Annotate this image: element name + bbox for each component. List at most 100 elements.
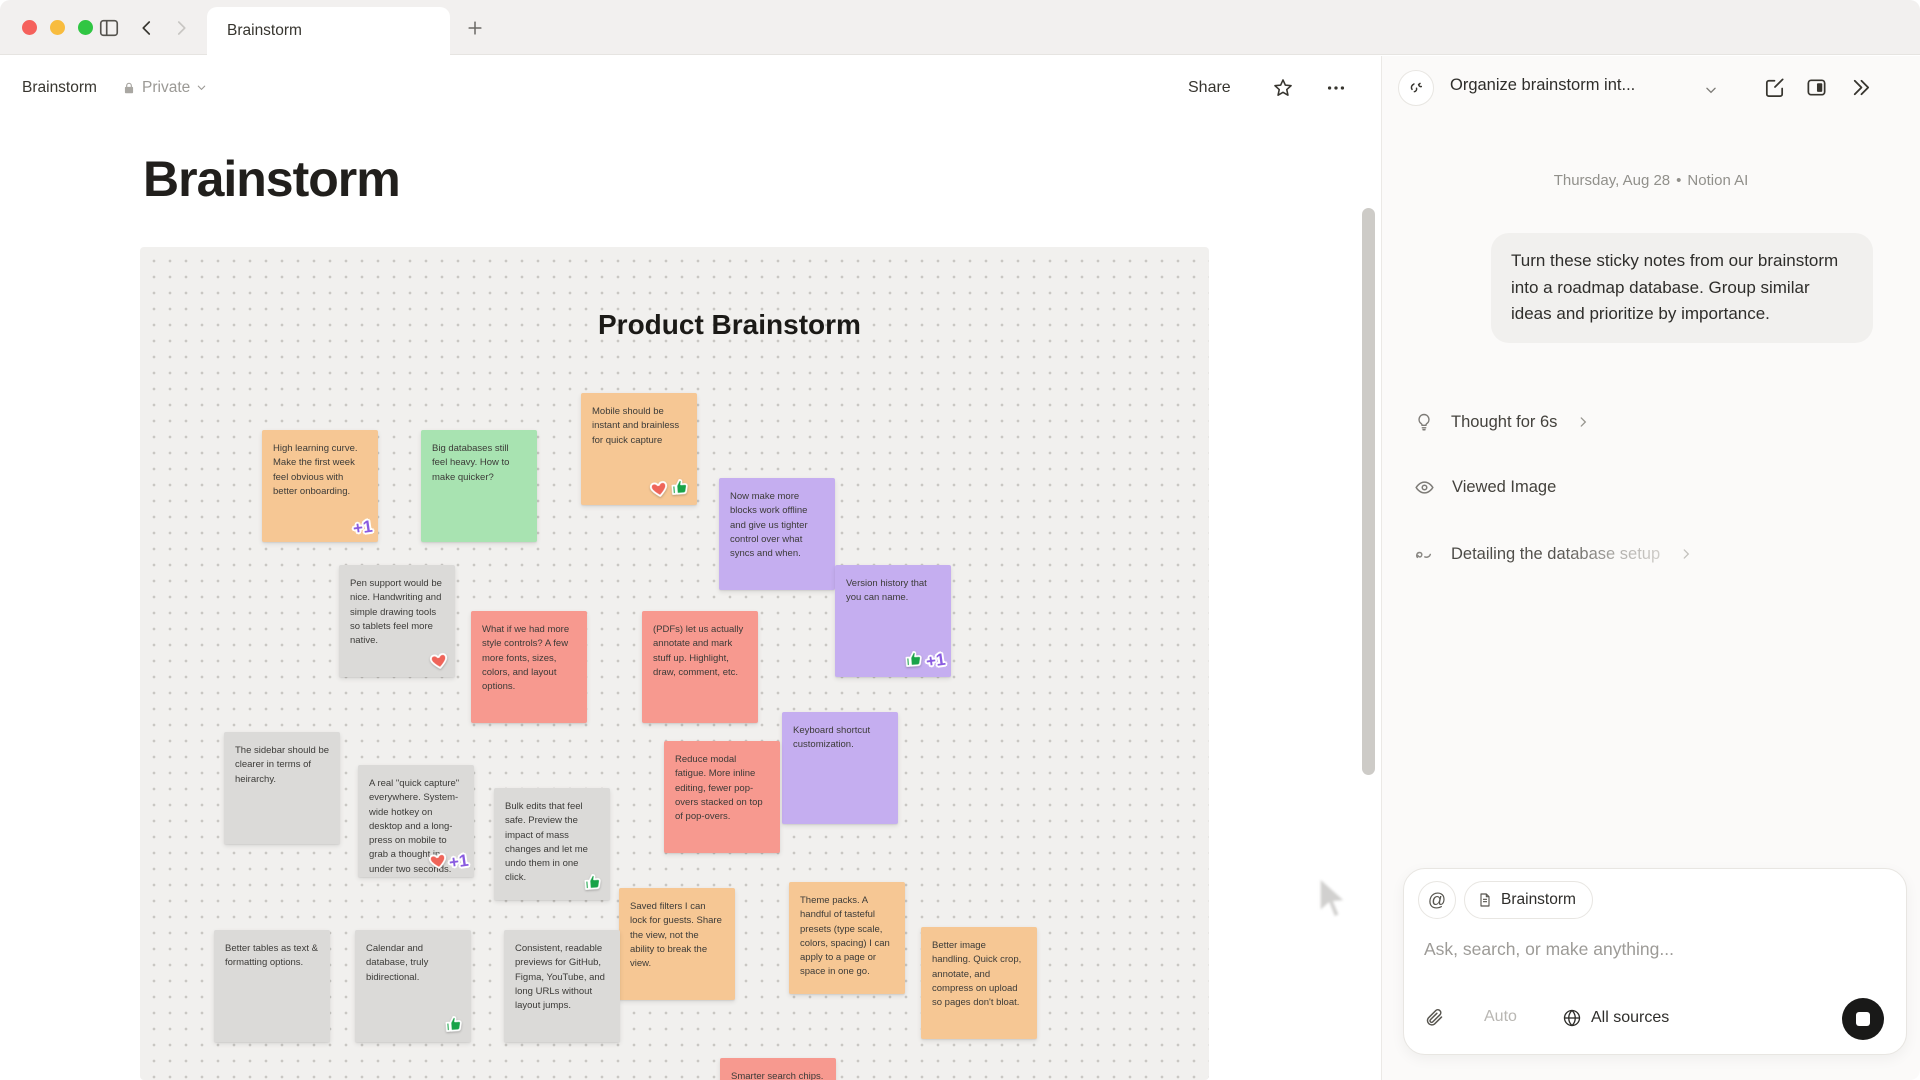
plus1-sticker-icon: +1 — [449, 853, 468, 870]
sticky-note[interactable]: Consistent, readable previews for GitHub… — [504, 930, 620, 1042]
sticky-note[interactable]: Better image handling. Quick crop, annot… — [921, 927, 1037, 1039]
sticky-note[interactable]: Saved filters I can lock for guests. Sha… — [619, 888, 735, 1000]
ai-step-viewed-image[interactable]: Viewed Image — [1414, 477, 1556, 498]
sticky-note[interactable]: A real "quick capture" everywhere. Syste… — [358, 765, 474, 877]
sticky-note[interactable]: Smarter search chips. — [720, 1058, 836, 1080]
sticky-note-text: Theme packs. A handful of tasteful prese… — [800, 894, 894, 980]
sticky-note[interactable]: Mobile should be instant and brainless f… — [581, 393, 697, 505]
chevron-down-icon — [196, 82, 207, 93]
tab-bar: Brainstorm — [0, 0, 1920, 55]
sticky-note[interactable]: Now make more blocks work offline and gi… — [719, 478, 835, 590]
sticky-note-text: What if we had more style controls? A fe… — [482, 623, 576, 694]
stop-generation-button[interactable] — [1842, 998, 1884, 1040]
forward-arrow-icon[interactable] — [168, 15, 194, 41]
zoom-window-button[interactable] — [78, 20, 93, 35]
sources-selector[interactable]: All sources — [1562, 1008, 1669, 1028]
mention-button[interactable]: @ — [1418, 881, 1456, 919]
sticky-note[interactable]: Keyboard shortcut customization. — [782, 712, 898, 824]
ai-step-detailing[interactable]: Detailing the database setup — [1414, 544, 1693, 564]
new-chat-compose-icon[interactable] — [1763, 76, 1786, 99]
canvas-title: Product Brainstorm — [598, 309, 861, 341]
collapse-panel-chevrons-icon[interactable] — [1849, 76, 1872, 99]
sticky-note[interactable]: Theme packs. A handful of tasteful prese… — [789, 882, 905, 994]
conversation-date: Thursday, Aug 28•Notion AI — [1382, 172, 1920, 189]
sticky-note-text: Saved filters I can lock for guests. Sha… — [630, 900, 724, 971]
note-reactions — [429, 651, 449, 671]
sticky-note-text: Keyboard shortcut customization. — [793, 724, 887, 753]
ai-composer: @ Brainstorm Auto All sources — [1403, 868, 1907, 1055]
breadcrumb[interactable]: Brainstorm — [22, 79, 97, 97]
ai-prompt-input[interactable] — [1424, 939, 1884, 960]
step-label: Thought for 6s — [1451, 413, 1557, 432]
sticky-note-text: (PDFs) let us actually annotate and mark… — [653, 623, 747, 680]
sidebar-toggle-icon[interactable] — [96, 15, 122, 41]
sticky-note[interactable]: What if we had more style controls? A fe… — [471, 611, 587, 723]
lightbulb-icon — [1414, 412, 1434, 432]
minimize-window-button[interactable] — [50, 20, 65, 35]
sticky-note[interactable]: Big databases still feel heavy. How to m… — [421, 430, 537, 542]
note-reactions: +1 — [904, 650, 945, 671]
mode-selector[interactable]: Auto — [1484, 1008, 1517, 1026]
sticky-note-text: Now make more blocks work offline and gi… — [730, 490, 824, 561]
sticky-note-text: Consistent, readable previews for GitHub… — [515, 942, 609, 1013]
new-tab-button[interactable] — [462, 15, 488, 41]
sticky-note-text: Mobile should be instant and brainless f… — [592, 405, 686, 448]
back-arrow-icon[interactable] — [134, 15, 160, 41]
note-reactions — [583, 873, 604, 894]
step-label: Viewed Image — [1452, 478, 1556, 497]
sticky-note[interactable]: The sidebar should be clearer in terms o… — [224, 732, 340, 844]
ai-panel-header: Organize brainstorm int... — [1382, 56, 1920, 119]
user-message-bubble: Turn these sticky notes from our brainst… — [1491, 233, 1873, 343]
favorite-star-icon[interactable] — [1269, 74, 1297, 102]
page-title[interactable]: Brainstorm — [143, 150, 400, 208]
sticky-note-text: Calendar and database, truly bidirection… — [366, 942, 460, 985]
note-reactions — [649, 478, 691, 499]
note-reactions: +1 — [428, 851, 468, 871]
tab-label: Brainstorm — [227, 22, 302, 40]
sticky-note[interactable]: High learning curve. Make the first week… — [262, 430, 378, 542]
close-window-button[interactable] — [22, 20, 37, 35]
chevron-right-icon — [1576, 415, 1590, 429]
globe-icon — [1562, 1008, 1582, 1028]
chevron-down-icon[interactable] — [1704, 83, 1718, 97]
share-button[interactable]: Share — [1188, 79, 1231, 97]
sticky-note-text: Big databases still feel heavy. How to m… — [432, 442, 526, 485]
sticky-note[interactable]: Bulk edits that feel safe. Preview the i… — [494, 788, 610, 900]
mouse-cursor — [1314, 878, 1352, 922]
composer-toolbar: Auto All sources — [1404, 998, 1906, 1040]
sticky-note[interactable]: Better tables as text & formatting optio… — [214, 930, 330, 1042]
context-chip-label: Brainstorm — [1501, 891, 1576, 909]
sticky-note[interactable]: Reduce modal fatigue. More inline editin… — [664, 741, 780, 853]
ai-step-thought[interactable]: Thought for 6s — [1414, 412, 1590, 432]
sticky-note-text: Version history that you can name. — [846, 577, 940, 606]
vertical-scrollbar[interactable] — [1362, 208, 1375, 775]
context-chip-brainstorm[interactable]: Brainstorm — [1464, 881, 1593, 919]
sticky-note-text: High learning curve. Make the first week… — [273, 442, 367, 499]
heart-sticker-icon — [426, 849, 449, 872]
sticky-note-text: The sidebar should be clearer in terms o… — [235, 744, 329, 787]
whiteboard-canvas[interactable]: Product Brainstorm High learning curve. … — [140, 247, 1209, 1080]
note-reactions: +1 — [353, 519, 372, 536]
sources-label: All sources — [1591, 1009, 1669, 1027]
attachment-paperclip-icon[interactable] — [1424, 1007, 1445, 1033]
thumb-sticker-icon — [582, 870, 604, 892]
notion-ai-panel: Organize brainstorm int... Thursday, Aug… — [1381, 56, 1920, 1080]
more-options-icon[interactable] — [1322, 74, 1350, 102]
thumb-sticker-icon — [443, 1012, 465, 1034]
sticky-note[interactable]: Pen support would be nice. Handwriting a… — [339, 565, 455, 677]
sticky-note[interactable]: (PDFs) let us actually annotate and mark… — [642, 611, 758, 723]
toggle-panel-icon[interactable] — [1805, 76, 1828, 99]
sticky-note[interactable]: Calendar and database, truly bidirection… — [355, 930, 471, 1042]
notion-window: Brainstorm Brainstorm Private Share Brai… — [0, 0, 1920, 1080]
lock-icon — [122, 81, 136, 95]
privacy-dropdown[interactable]: Private — [122, 79, 207, 97]
thread-title-dropdown[interactable]: Organize brainstorm int... — [1450, 76, 1635, 95]
sticky-note-text: Smarter search chips. — [731, 1070, 825, 1080]
sticky-note[interactable]: Version history that you can name. +1 — [835, 565, 951, 677]
sticky-note-text: Better tables as text & formatting optio… — [225, 942, 319, 971]
notion-ai-face-icon — [1398, 70, 1434, 106]
tab-brainstorm[interactable]: Brainstorm — [207, 7, 450, 55]
step-label: Detailing the database setup — [1451, 545, 1660, 564]
eye-icon — [1414, 477, 1435, 498]
stop-square-icon — [1856, 1012, 1870, 1026]
